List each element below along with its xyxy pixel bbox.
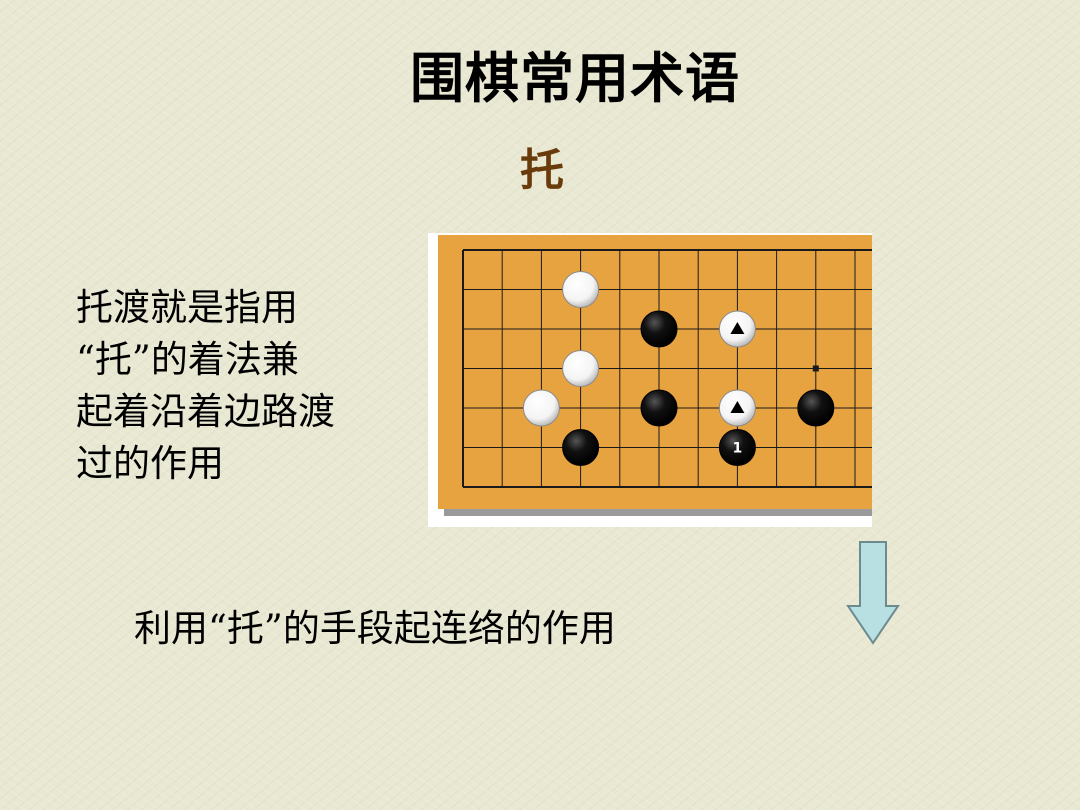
page-title: 围棋常用术语 [410,46,740,110]
white-stone [562,350,600,387]
white-stone [562,271,600,308]
description-line: 起着沿着边路渡 [76,390,335,433]
caption-text: 利用“托”的手段起连络的作用 [134,607,616,650]
description-text: 托渡就是指用 “托”的着法兼 起着沿着边路渡 过的作用 [76,282,396,490]
move-number-label: 1 [733,441,743,457]
board-wood [438,235,872,509]
go-board: 1 [438,235,872,516]
description-line: “托”的着法兼 [76,338,299,381]
star-point [812,365,819,372]
black-stone [797,389,835,427]
black-stone [640,310,678,348]
black-stone [640,389,678,427]
go-board-diagram: 1 [428,233,872,527]
description-line: 过的作用 [76,442,224,485]
white-stone [522,389,560,427]
term-heading: 托 [520,145,564,196]
down-arrow-icon [846,540,900,650]
description-line: 托渡就是指用 [76,286,298,329]
black-stone [562,429,600,466]
